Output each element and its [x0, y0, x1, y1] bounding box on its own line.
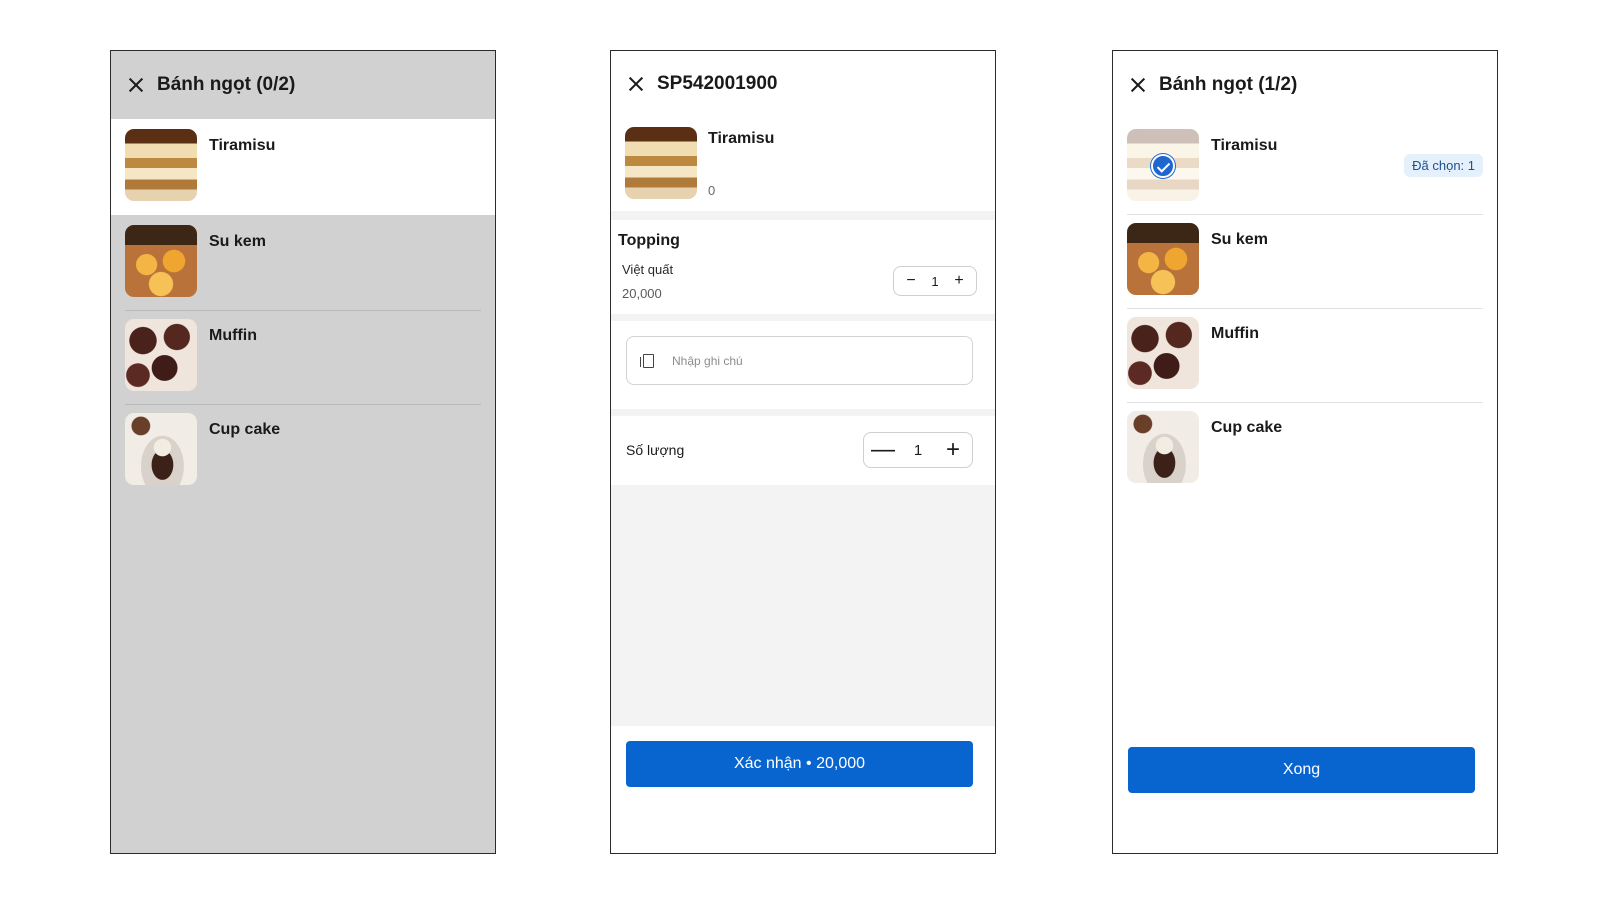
check-icon	[1151, 154, 1175, 178]
close-icon[interactable]	[625, 73, 647, 95]
tiramisu-image	[125, 129, 197, 201]
item-name: Tiramisu	[1211, 137, 1278, 154]
muffin-image	[1127, 317, 1199, 389]
item-name: Cup cake	[209, 421, 281, 438]
confirm-button[interactable]: Xác nhận • 20,000	[626, 741, 973, 787]
list-item-su-kem[interactable]: Su kem	[125, 215, 481, 311]
item-name: Muffin	[1211, 325, 1259, 342]
list-item-cup-cake[interactable]: Cup cake	[1127, 401, 1483, 497]
topping-quantity-value: 1	[931, 273, 939, 289]
page-title: SP542001900	[657, 73, 778, 94]
section-divider	[611, 211, 995, 220]
minus-icon[interactable]: —	[871, 438, 895, 462]
screen-category-selected: Bánh ngọt (1/2) Tiramisu Đã chọn: 1 Su k…	[1112, 50, 1498, 854]
list-item-cup-cake[interactable]: Cup cake	[125, 403, 481, 499]
topping-section-title: Topping	[618, 232, 680, 249]
su-kem-image	[125, 225, 197, 297]
note-placeholder: Nhập ghi chú	[672, 353, 743, 368]
su-kem-image	[1127, 223, 1199, 295]
cup-cake-image	[125, 413, 197, 485]
note-input[interactable]: Nhập ghi chú	[626, 336, 973, 385]
screen-product-detail: SP542001900 Tiramisu 0 Topping Việt quất…	[610, 50, 996, 854]
quantity-value: 1	[913, 441, 923, 459]
topping-name: Việt quất	[622, 262, 674, 277]
page-title: Bánh ngọt (1/2)	[1159, 74, 1298, 95]
empty-area	[611, 485, 995, 727]
product-price: 0	[708, 183, 716, 198]
list-item-su-kem[interactable]: Su kem	[1127, 213, 1483, 309]
page-title: Bánh ngọt (0/2)	[157, 74, 296, 95]
plus-icon[interactable]: +	[942, 438, 964, 462]
quantity-label: Số lượng	[626, 442, 685, 458]
item-name: Su kem	[1211, 231, 1268, 248]
header: Bánh ngọt (0/2)	[111, 51, 495, 119]
item-name: Su kem	[209, 233, 266, 250]
header: SP542001900	[611, 51, 995, 117]
cup-cake-image	[1127, 411, 1199, 483]
screen-category-empty: Bánh ngọt (0/2) Tiramisu Su kem Muffin C…	[110, 50, 496, 854]
topping-quantity-stepper: − 1 +	[893, 266, 977, 296]
tiramisu-image	[625, 127, 697, 199]
minus-icon[interactable]: −	[904, 272, 918, 290]
muffin-image	[125, 319, 197, 391]
list-item-tiramisu[interactable]: Tiramisu Đã chọn: 1	[1127, 119, 1483, 215]
section-divider	[611, 314, 995, 321]
done-button[interactable]: Xong	[1128, 747, 1475, 793]
product-summary: Tiramisu 0	[611, 117, 995, 215]
list-item-tiramisu[interactable]: Tiramisu	[125, 119, 481, 215]
close-icon[interactable]	[125, 74, 147, 96]
product-name: Tiramisu	[708, 130, 775, 147]
quantity-stepper: — 1 +	[863, 432, 973, 468]
section-divider	[611, 409, 995, 416]
close-icon[interactable]	[1127, 74, 1149, 96]
list-item-muffin[interactable]: Muffin	[125, 309, 481, 405]
item-name: Cup cake	[1211, 419, 1283, 436]
item-name: Muffin	[209, 327, 257, 344]
topping-price: 20,000	[622, 286, 662, 301]
header: Bánh ngọt (1/2)	[1113, 51, 1497, 119]
list-item-muffin[interactable]: Muffin	[1127, 307, 1483, 403]
selected-count-badge: Đã chọn: 1	[1404, 154, 1483, 177]
note-icon	[640, 353, 654, 368]
item-name: Tiramisu	[209, 137, 276, 154]
plus-icon[interactable]: +	[952, 272, 966, 290]
